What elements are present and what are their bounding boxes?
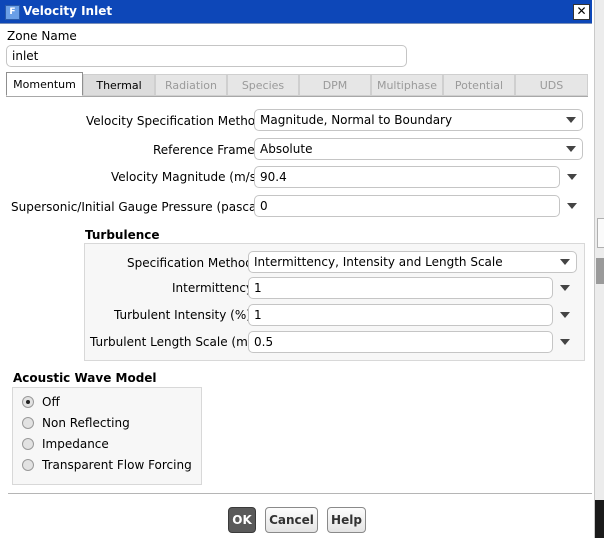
turbulent-intensity-label: Turbulent Intensity (%): [114, 308, 251, 322]
turbulent-length-scale-input[interactable]: 0.5: [248, 331, 553, 353]
radio-unselected-icon[interactable]: [22, 438, 34, 450]
velocity-spec-method-value: Magnitude, Normal to Boundary: [260, 113, 453, 127]
chevron-down-icon: [566, 146, 576, 152]
gauge-pressure-label: Supersonic/Initial Gauge Pressure (pasca…: [11, 200, 265, 214]
turbulence-spec-method-dropdown[interactable]: Intermittency, Intensity and Length Scal…: [248, 251, 577, 273]
cancel-button[interactable]: Cancel: [265, 507, 318, 533]
help-button[interactable]: Help: [327, 507, 366, 533]
tab-divider: [6, 96, 588, 97]
title-bar: F Velocity Inlet ✕: [0, 0, 592, 24]
intermittency-label: Intermittency: [172, 281, 254, 295]
background-window-scrollbar: [596, 258, 604, 284]
radio-unselected-icon[interactable]: [22, 459, 34, 471]
radio-unselected-icon[interactable]: [22, 417, 34, 429]
radio-selected-icon[interactable]: [22, 396, 34, 408]
gauge-pressure-options-icon[interactable]: [567, 203, 577, 209]
radio-label: Non Reflecting: [42, 416, 130, 430]
reference-frame-dropdown[interactable]: Absolute: [254, 138, 583, 160]
tab-species[interactable]: Species: [227, 74, 299, 96]
radio-label: Transparent Flow Forcing: [42, 458, 192, 472]
turbulence-spec-method-label: Specification Method: [127, 256, 253, 270]
acoustic-wave-model-title: Acoustic Wave Model: [13, 371, 157, 385]
turbulent-length-scale-options-icon[interactable]: [560, 339, 570, 345]
velocity-magnitude-input[interactable]: 90.4: [254, 166, 560, 188]
background-window-control: [597, 218, 604, 248]
turbulence-spec-method-value: Intermittency, Intensity and Length Scal…: [254, 255, 503, 269]
tab-radiation[interactable]: Radiation: [155, 74, 227, 96]
tab-momentum[interactable]: Momentum: [6, 72, 83, 96]
turbulence-title: Turbulence: [85, 228, 160, 242]
button-separator: [8, 493, 592, 494]
tab-dpm[interactable]: DPM: [299, 74, 371, 96]
radio-label: Impedance: [42, 437, 109, 451]
tab-uds[interactable]: UDS: [515, 74, 588, 96]
zone-name-input[interactable]: inlet: [6, 45, 407, 67]
reference-frame-label: Reference Frame: [153, 143, 255, 157]
turbulent-length-scale-label: Turbulent Length Scale (m): [90, 335, 253, 349]
chevron-down-icon: [566, 117, 576, 123]
intermittency-options-icon[interactable]: [560, 285, 570, 291]
velocity-magnitude-options-icon[interactable]: [567, 174, 577, 180]
background-window-dark-area: [595, 500, 604, 538]
velocity-magnitude-label: Velocity Magnitude (m/s): [111, 170, 261, 184]
tab-multiphase[interactable]: Multiphase: [371, 74, 443, 96]
radio-label: Off: [42, 395, 60, 409]
tab-thermal[interactable]: Thermal: [83, 74, 155, 96]
turbulent-intensity-options-icon[interactable]: [560, 312, 570, 318]
velocity-spec-method-label: Velocity Specification Method: [86, 114, 263, 128]
app-icon: F: [5, 5, 20, 20]
tab-potential[interactable]: Potential: [443, 74, 515, 96]
intermittency-input[interactable]: 1: [248, 277, 553, 299]
close-icon[interactable]: ✕: [573, 4, 590, 20]
gauge-pressure-input[interactable]: 0: [254, 195, 560, 217]
zone-name-label: Zone Name: [7, 29, 77, 43]
reference-frame-value: Absolute: [260, 142, 313, 156]
window-title: Velocity Inlet: [23, 4, 113, 18]
velocity-spec-method-dropdown[interactable]: Magnitude, Normal to Boundary: [254, 109, 583, 131]
ok-button[interactable]: OK: [228, 507, 256, 533]
chevron-down-icon: [560, 259, 570, 265]
turbulent-intensity-input[interactable]: 1: [248, 304, 553, 326]
